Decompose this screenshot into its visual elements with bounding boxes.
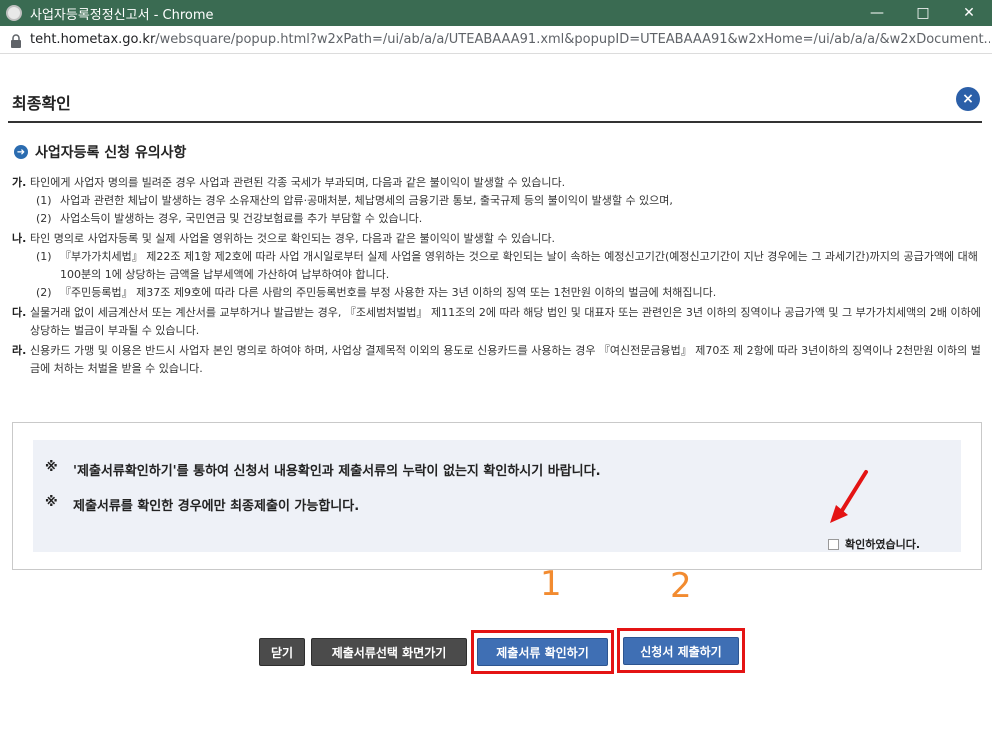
annotation-number-1: 1 xyxy=(540,564,562,604)
notice-mark: 라. xyxy=(12,344,27,357)
url-path: /websquare/popup.html?w2xPath=/ui/ab/a/a… xyxy=(155,32,990,47)
confirm-checkbox-label[interactable]: 확인하였습니다. xyxy=(845,536,920,552)
window-titlebar: 사업자등록정정신고서 - Chrome — □ ✕ xyxy=(0,0,992,26)
annotation-arrow-icon xyxy=(830,470,868,523)
notice-subitem: (2) 사업소득이 발생하는 경우, 국민연금 및 건강보험료를 추가 부담할 수… xyxy=(36,212,423,225)
notice-text: 타인에게 사업자 명의를 빌려준 경우 사업과 관련된 각종 국세가 부과되며,… xyxy=(30,176,566,189)
notice-text: 실물거래 없이 세금계산서 또는 계산서를 교부하거나 발급받는 경우, 『조세… xyxy=(30,306,981,337)
popup-title: 최종확인 xyxy=(12,94,71,113)
notice-item: 라. 신용카드 가맹 및 이용은 반드시 사업자 본인 명의로 하여야 하며, … xyxy=(12,342,982,378)
confirm-checkbox-group[interactable]: 확인하였습니다. xyxy=(828,536,920,552)
close-button[interactable]: 닫기 xyxy=(259,638,305,666)
notice-item: 다. 실물거래 없이 세금계산서 또는 계산서를 교부하거나 발급받는 경우, … xyxy=(12,304,982,340)
lock-icon xyxy=(10,33,22,48)
minimize-icon[interactable]: — xyxy=(854,0,900,26)
notice-item: 나. 타인 명의로 사업자등록 및 실제 사업을 영위하는 것으로 확인되는 경… xyxy=(12,230,982,302)
address-bar[interactable]: teht.hometax.go.kr/websquare/popup.html?… xyxy=(0,26,992,54)
notice-subitem: (1) 사업과 관련한 체납이 발생하는 경우 소유재산의 압류·공매처분, 체납… xyxy=(36,194,673,207)
notice-text: 타인 명의로 사업자등록 및 실제 사업을 영위하는 것으로 확인되는 경우, … xyxy=(30,232,555,245)
notice-mark: 가. xyxy=(12,176,27,189)
close-icon[interactable]: ✕ xyxy=(946,0,992,26)
title-divider xyxy=(8,121,982,123)
section-title: 사업자등록 신청 유의사항 xyxy=(35,145,187,161)
notice-mark: 나. xyxy=(12,232,27,245)
notice-item: 가. 타인에게 사업자 명의를 빌려준 경우 사업과 관련된 각종 국세가 부과… xyxy=(12,174,982,228)
maximize-icon[interactable]: □ xyxy=(900,0,946,26)
submit-application-button[interactable]: 신청서 제출하기 xyxy=(623,637,739,665)
confirm-message-2: ※ 제출서류를 확인한 경우에만 최종제출이 가능합니다. xyxy=(45,495,360,514)
url-text[interactable]: teht.hometax.go.kr/websquare/popup.html?… xyxy=(30,32,990,47)
section-heading: ➜ 사업자등록 신청 유의사항 xyxy=(14,142,186,162)
confirm-message-1: ※ '제출서류확인하기'를 통하여 신청서 내용확인과 제출서류의 누락이 없는지… xyxy=(45,460,601,479)
notice-list: 가. 타인에게 사업자 명의를 빌려준 경우 사업과 관련된 각종 국세가 부과… xyxy=(12,174,982,380)
chrome-app-icon xyxy=(6,5,22,21)
popup-close-button[interactable]: × xyxy=(956,87,980,111)
notice-subitem: (2) 『주민등록법』 제37조 제9호에 따라 다른 사람의 주민등록번호를 부… xyxy=(36,286,717,299)
url-host: teht.hometax.go.kr xyxy=(30,32,156,47)
window-title: 사업자등록정정신고서 - Chrome xyxy=(30,7,214,23)
notice-text: 신용카드 가맹 및 이용은 반드시 사업자 본인 명의로 하여야 하며, 사업상… xyxy=(30,344,981,375)
annotation-number-2: 2 xyxy=(670,566,692,606)
arrow-right-icon: ➜ xyxy=(14,145,28,159)
popup-content: 최종확인 × ➜ 사업자등록 신청 유의사항 가. 타인에게 사업자 명의를 빌… xyxy=(0,54,992,749)
notice-mark: 다. xyxy=(12,306,27,319)
notice-subitem: (1) 『부가가치세법』 제22조 제1항 제2호에 따라 사업 개시일로부터 실… xyxy=(36,250,978,281)
confirm-panel: ※ '제출서류확인하기'를 통하여 신청서 내용확인과 제출서류의 누락이 없는지… xyxy=(33,440,961,552)
select-docs-screen-button[interactable]: 제출서류선택 화면가기 xyxy=(311,638,467,666)
check-docs-button[interactable]: 제출서류 확인하기 xyxy=(477,638,608,666)
confirm-checkbox[interactable] xyxy=(828,538,839,550)
